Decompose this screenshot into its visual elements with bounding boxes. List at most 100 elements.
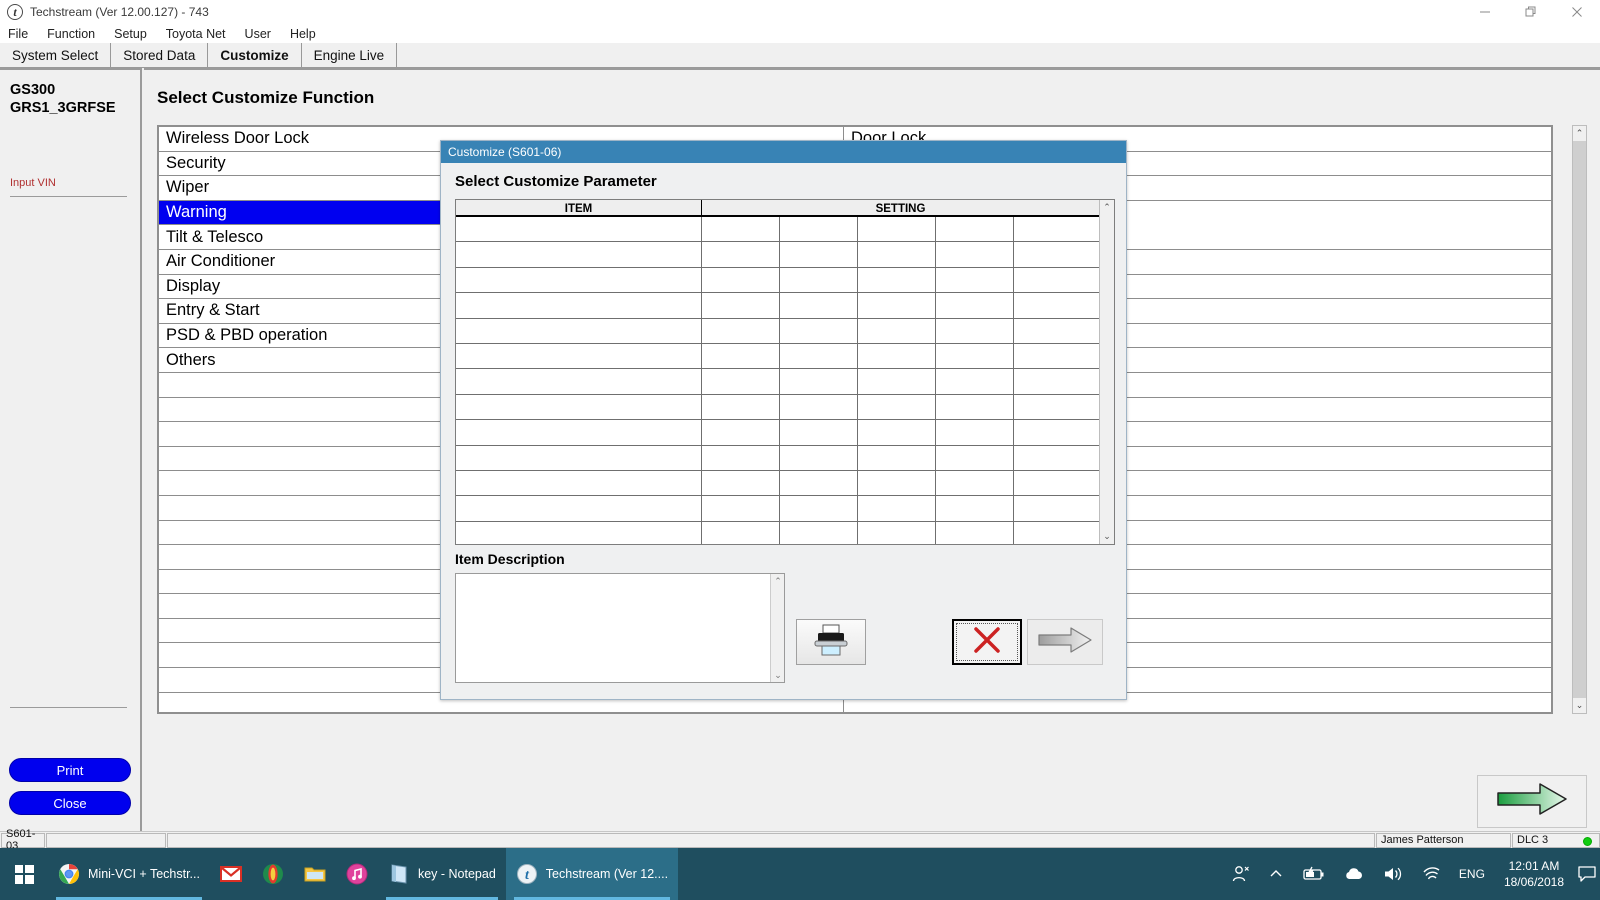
- volume-icon[interactable]: [1374, 848, 1412, 900]
- table-cell-setting[interactable]: [936, 318, 1014, 343]
- table-cell-item[interactable]: [456, 293, 702, 318]
- table-cell-setting[interactable]: [702, 394, 780, 420]
- close-button[interactable]: Close: [9, 791, 131, 815]
- table-cell-setting[interactable]: [702, 217, 780, 242]
- table-cell-setting[interactable]: [858, 217, 936, 242]
- taskbar-clock[interactable]: 12:01 AM 18/06/2018: [1494, 848, 1574, 900]
- table-cell-setting[interactable]: [858, 369, 936, 394]
- table-cell-item[interactable]: [456, 217, 702, 242]
- tab-engine-live[interactable]: Engine Live: [301, 43, 398, 67]
- table-cell-item[interactable]: [456, 343, 702, 369]
- table-cell-setting[interactable]: [702, 470, 780, 496]
- taskbar-item-file-explorer[interactable]: [294, 848, 336, 900]
- table-cell-setting[interactable]: [1014, 217, 1099, 241]
- taskbar-item-notepad[interactable]: key - Notepad: [378, 848, 506, 900]
- table-cell-setting[interactable]: [858, 343, 936, 369]
- action-center-icon[interactable]: [1574, 848, 1600, 900]
- table-cell-setting[interactable]: [936, 496, 1014, 521]
- close-icon[interactable]: [1554, 0, 1600, 24]
- tab-customize[interactable]: Customize: [208, 43, 302, 67]
- table-cell-setting[interactable]: [936, 394, 1014, 420]
- scrollbar-thumb[interactable]: [1573, 141, 1586, 698]
- table-cell-setting[interactable]: [780, 496, 858, 521]
- table-cell-item[interactable]: [456, 521, 702, 544]
- menu-user[interactable]: User: [245, 27, 271, 41]
- table-row[interactable]: [456, 496, 1099, 522]
- table-cell-item[interactable]: [456, 496, 702, 521]
- table-cell-item[interactable]: [456, 420, 702, 445]
- table-cell-setting[interactable]: [702, 293, 780, 318]
- table-cell-setting[interactable]: [936, 445, 1014, 470]
- table-cell-setting[interactable]: [936, 242, 1014, 267]
- menu-setup[interactable]: Setup: [114, 27, 147, 41]
- table-cell-setting[interactable]: [780, 521, 858, 544]
- wifi-icon[interactable]: [1412, 848, 1450, 900]
- dialog-print-button[interactable]: [796, 619, 866, 665]
- table-cell-setting[interactable]: [858, 470, 936, 496]
- scroll-up-icon[interactable]: ⌃: [1573, 126, 1586, 141]
- table-cell-setting[interactable]: [780, 394, 858, 420]
- menu-toyota-net[interactable]: Toyota Net: [166, 27, 226, 41]
- table-cell-setting[interactable]: [858, 521, 936, 544]
- table-cell-setting[interactable]: [702, 343, 780, 369]
- table-row[interactable]: [456, 242, 1099, 268]
- table-cell-setting[interactable]: [1014, 420, 1099, 444]
- scroll-up-icon[interactable]: ⌃: [771, 574, 785, 588]
- scroll-down-icon[interactable]: ⌄: [771, 668, 785, 682]
- parameter-table-scrollbar[interactable]: ⌃ ⌄: [1099, 200, 1114, 544]
- minimize-button[interactable]: [1462, 0, 1508, 24]
- table-row[interactable]: [456, 343, 1099, 370]
- table-cell-setting[interactable]: [936, 343, 1014, 369]
- table-cell-item[interactable]: [456, 242, 702, 267]
- table-cell-setting[interactable]: [1014, 369, 1099, 393]
- table-cell-setting[interactable]: [780, 343, 858, 369]
- table-cell-setting[interactable]: [1014, 395, 1099, 419]
- table-cell-setting[interactable]: [858, 242, 936, 267]
- battery-charging-icon[interactable]: [1292, 848, 1334, 900]
- table-cell-setting[interactable]: [702, 242, 780, 267]
- table-cell-setting[interactable]: [1014, 522, 1099, 544]
- next-step-button[interactable]: [1477, 775, 1587, 828]
- show-hidden-icons-icon[interactable]: [1260, 848, 1292, 900]
- table-cell-setting[interactable]: [858, 293, 936, 318]
- table-cell-setting[interactable]: [936, 420, 1014, 445]
- table-cell-setting[interactable]: [702, 445, 780, 470]
- dialog-next-button[interactable]: [1027, 619, 1103, 665]
- table-cell-setting[interactable]: [858, 420, 936, 445]
- taskbar-item-itunes[interactable]: [336, 848, 378, 900]
- table-row[interactable]: [456, 445, 1099, 471]
- table-cell-setting[interactable]: [1014, 344, 1099, 368]
- table-cell-setting[interactable]: [780, 293, 858, 318]
- table-row[interactable]: [456, 369, 1099, 395]
- table-cell-setting[interactable]: [936, 369, 1014, 394]
- table-row[interactable]: [456, 394, 1099, 421]
- table-cell-item[interactable]: [456, 267, 702, 293]
- scroll-down-icon[interactable]: ⌄: [1100, 529, 1114, 544]
- table-cell-setting[interactable]: [858, 394, 936, 420]
- table-cell-setting[interactable]: [1014, 446, 1099, 470]
- table-row[interactable]: [456, 267, 1099, 294]
- table-row[interactable]: [456, 420, 1099, 446]
- menu-function[interactable]: Function: [47, 27, 95, 41]
- table-cell-setting[interactable]: [702, 420, 780, 445]
- table-cell-item[interactable]: [456, 318, 702, 343]
- table-row[interactable]: [456, 318, 1099, 344]
- scroll-down-icon[interactable]: ⌄: [1573, 698, 1586, 713]
- table-cell-setting[interactable]: [702, 369, 780, 394]
- table-cell-setting[interactable]: [780, 242, 858, 267]
- print-button[interactable]: Print: [9, 758, 131, 782]
- item-description-scrollbar[interactable]: ⌃ ⌄: [770, 574, 784, 682]
- table-cell-setting[interactable]: [1014, 268, 1099, 292]
- table-cell-setting[interactable]: [702, 496, 780, 521]
- scroll-up-icon[interactable]: ⌃: [1100, 200, 1114, 215]
- table-cell-setting[interactable]: [936, 521, 1014, 544]
- taskbar-item-techstream[interactable]: t Techstream (Ver 12....: [505, 848, 679, 900]
- table-cell-setting[interactable]: [1014, 471, 1099, 495]
- table-row[interactable]: [456, 217, 1099, 243]
- people-icon[interactable]: [1222, 848, 1260, 900]
- table-row[interactable]: [456, 293, 1099, 319]
- table-cell-item[interactable]: [456, 445, 702, 470]
- table-cell-setting[interactable]: [780, 420, 858, 445]
- start-button[interactable]: [0, 848, 48, 900]
- parameter-table[interactable]: ITEM SETTING ⌃ ⌄: [455, 199, 1115, 545]
